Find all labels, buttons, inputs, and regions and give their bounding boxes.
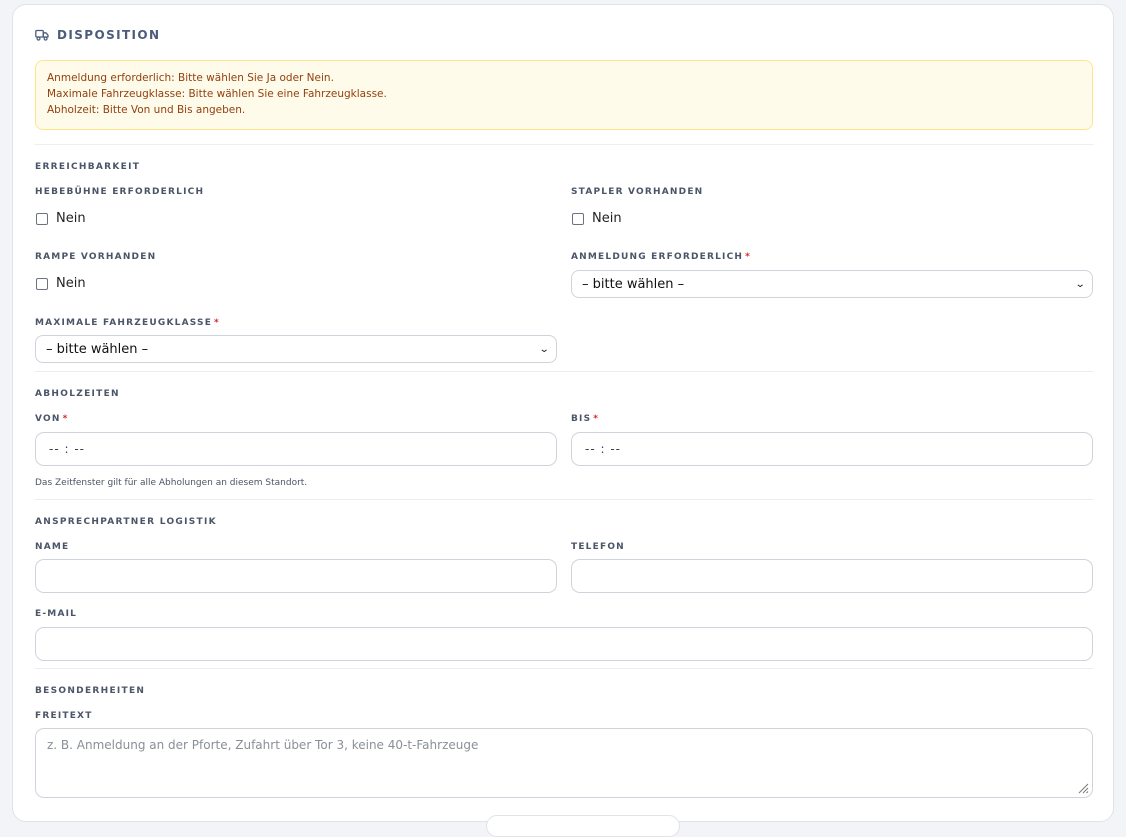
chevron-down-icon: ⌄ (1074, 278, 1086, 290)
freitext-label: FREITEXT (35, 711, 93, 721)
von-time-input[interactable]: -- : -- (35, 432, 557, 466)
rampe-checkbox[interactable] (36, 277, 48, 290)
divider (35, 371, 1093, 372)
hebebuehne-checkbox[interactable] (36, 212, 48, 225)
section-title-besonderheiten: BESONDERHEITEN (35, 686, 146, 696)
required-marker: * (745, 252, 752, 262)
required-marker: * (214, 318, 220, 328)
fahrzeugklasse-label-text: MAXIMALE FAHRZEUGKLASSE (35, 318, 213, 328)
freitext-placeholder: z. B. Anmeldung an der Pforte, Zufahrt ü… (47, 738, 479, 752)
hebebuehne-checkbox-row[interactable]: Nein (36, 211, 86, 226)
rampe-option: Nein (56, 276, 86, 291)
von-time-value: -- : -- (49, 442, 85, 456)
rampe-checkbox-row[interactable]: Nein (36, 276, 86, 291)
hebebuehne-label: HEBEBÜHNE ERFORDERLICH (35, 187, 205, 197)
bis-time-input[interactable]: -- : -- (571, 432, 1093, 466)
stapler-checkbox[interactable] (572, 212, 584, 225)
disposition-card: DISPOSITION Anmeldung erforderlich: Bitt… (12, 4, 1114, 822)
rampe-label: RAMPE VORHANDEN (35, 252, 157, 262)
chevron-down-icon: ⌄ (538, 343, 550, 355)
stapler-checkbox-row[interactable]: Nein (572, 211, 622, 226)
name-input[interactable] (35, 559, 557, 593)
bis-time-value: -- : -- (585, 442, 621, 456)
section-title-ansprechpartner: ANSPRECHPARTNER LOGISTIK (35, 517, 217, 527)
fahrzeugklasse-select-value: – bitte wählen – (46, 341, 149, 357)
zeitfenster-hint: Das Zeitfenster gilt für alle Abholungen… (35, 478, 308, 488)
resize-handle-icon[interactable] (1077, 782, 1089, 794)
anmeldung-label-text: ANMELDUNG ERFORDERLICH (571, 252, 744, 262)
alert-line: Anmeldung erforderlich: Bitte wählen Sie… (47, 72, 334, 84)
email-label: E-MAIL (35, 609, 78, 619)
section-title-abholzeiten: ABHOLZEITEN (35, 389, 120, 399)
email-input[interactable] (35, 627, 1093, 661)
divider (35, 668, 1093, 669)
name-label: NAME (35, 542, 70, 552)
stapler-label: STAPLER VORHANDEN (571, 187, 704, 197)
validation-alert: Anmeldung erforderlich: Bitte wählen Sie… (35, 60, 1093, 130)
section-title-erreichbarkeit: ERREICHBARKEIT (35, 162, 141, 172)
section-header: DISPOSITION (35, 28, 160, 42)
stapler-option: Nein (592, 211, 622, 226)
freitext-textarea[interactable]: z. B. Anmeldung an der Pforte, Zufahrt ü… (35, 728, 1093, 798)
telefon-label: TELEFON (571, 542, 625, 552)
fahrzeugklasse-select[interactable]: – bitte wählen – ⌄ (35, 335, 557, 363)
required-marker: * (593, 414, 600, 424)
von-label: VON * (35, 414, 69, 424)
truck-icon (35, 29, 49, 41)
bottom-action-bar (486, 815, 680, 837)
bis-label: BIS * (571, 414, 599, 424)
alert-line: Abholzeit: Bitte Von und Bis angeben. (47, 104, 246, 116)
telefon-input[interactable] (571, 559, 1093, 593)
anmeldung-label: ANMELDUNG ERFORDERLICH * (571, 252, 751, 262)
fahrzeugklasse-label: MAXIMALE FAHRZEUGKLASSE * (35, 318, 220, 328)
page-title: DISPOSITION (57, 28, 161, 42)
von-label-text: VON (35, 414, 61, 424)
hebebuehne-option: Nein (56, 211, 86, 226)
divider (35, 499, 1093, 500)
required-marker: * (62, 414, 69, 424)
anmeldung-select[interactable]: – bitte wählen – ⌄ (571, 270, 1093, 298)
anmeldung-select-value: – bitte wählen – (582, 276, 685, 292)
bis-label-text: BIS (571, 414, 592, 424)
alert-line: Maximale Fahrzeugklasse: Bitte wählen Si… (47, 88, 387, 100)
divider (35, 144, 1093, 145)
